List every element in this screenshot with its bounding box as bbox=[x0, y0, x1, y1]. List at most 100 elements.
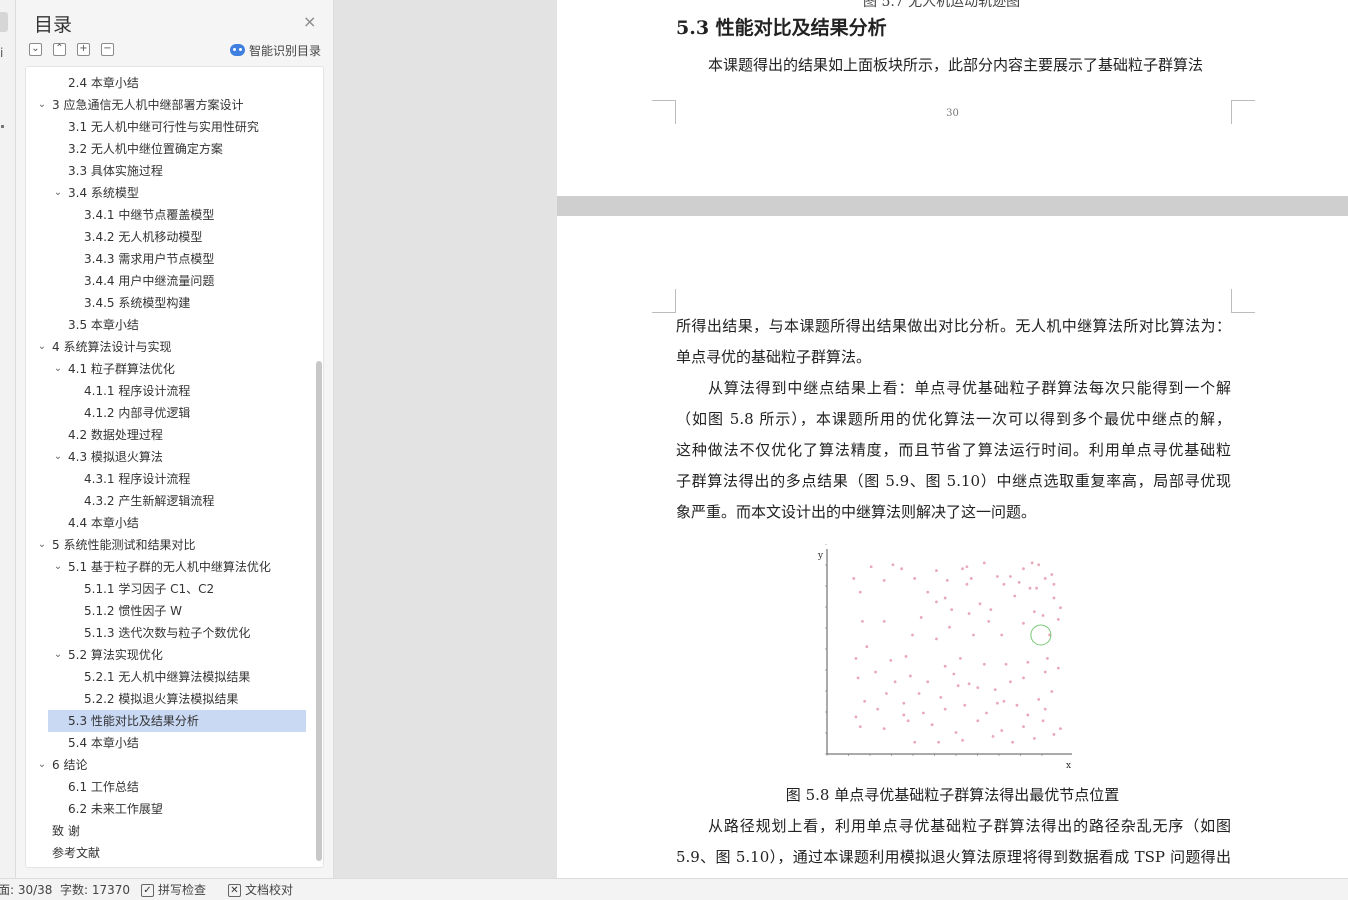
toc-item[interactable]: 3.4.2 无人机移动模型 bbox=[26, 226, 306, 248]
toc-item[interactable]: 5.1.1 学习因子 C1、C2 bbox=[26, 578, 306, 600]
data-point bbox=[1022, 676, 1025, 680]
word-count[interactable]: 字数: 17370 bbox=[60, 879, 130, 900]
toc-item-label: 6.1 工作总结 bbox=[68, 780, 139, 794]
chevron-down-icon[interactable]: ⌄ bbox=[36, 754, 48, 776]
text-line: 象严重。而本文设计出的中继算法则解决了这一问题。 bbox=[676, 503, 1037, 521]
data-point bbox=[869, 565, 873, 569]
close-icon[interactable]: × bbox=[303, 14, 316, 30]
toc-item[interactable]: 5.3 性能对比及结果分析 bbox=[48, 710, 306, 732]
toc-scrollbar-thumb[interactable] bbox=[316, 361, 322, 861]
toc-item[interactable]: 3.2 无人机中继位置确定方案 bbox=[26, 138, 306, 160]
data-point bbox=[1046, 657, 1049, 660]
toc-item[interactable]: 3.3 具体实施过程 bbox=[26, 160, 306, 182]
toc-item[interactable]: 4.2 数据处理过程 bbox=[26, 424, 306, 446]
data-point bbox=[1009, 575, 1012, 578]
data-point bbox=[935, 637, 938, 641]
chevron-down-icon[interactable]: ⌄ bbox=[36, 94, 48, 116]
data-point bbox=[926, 680, 930, 684]
toc-item[interactable]: 6.2 未来工作展望 bbox=[26, 798, 306, 820]
data-point bbox=[1015, 703, 1019, 707]
smart-toc-button[interactable]: 智能识别目录 bbox=[230, 42, 321, 58]
toc-item[interactable]: ⌄ 4 系统算法设计与实现 bbox=[26, 336, 306, 358]
left-sidebar-strip: i bbox=[0, 0, 16, 878]
toc-scrollbar[interactable] bbox=[315, 73, 323, 863]
data-point bbox=[982, 662, 986, 666]
data-point bbox=[954, 731, 958, 734]
toc-title: 目录 bbox=[34, 14, 73, 36]
toc-item[interactable]: 3.4.1 中继节点覆盖模型 bbox=[26, 204, 306, 226]
chevron-down-icon[interactable]: ⌄ bbox=[36, 336, 48, 358]
check-icon: ✓ bbox=[141, 883, 154, 897]
toc-item[interactable]: 5.1.2 惯性因子 W bbox=[26, 600, 306, 622]
toc-item[interactable]: ⌄ 5.2 算法实现优化 bbox=[26, 644, 306, 666]
toc-item-label: 5.1.2 惯性因子 W bbox=[84, 604, 183, 618]
collapse-level-icon[interactable]: ⌄ bbox=[29, 43, 42, 56]
toc-item[interactable]: 3.5 本章小结 bbox=[26, 314, 306, 336]
data-point bbox=[1050, 573, 1054, 576]
text-line: （如图 5.8 所示），本课题所用的优化算法一次可以得到多个最优中继点的解， bbox=[676, 410, 1231, 428]
toc-item[interactable]: 3.4.5 系统模型构建 bbox=[26, 292, 306, 314]
toc-item[interactable]: 3.1 无人机中继可行性与实用性研究 bbox=[26, 116, 306, 138]
toc-item[interactable]: 5.2.1 无人机中继算法模拟结果 bbox=[26, 666, 306, 688]
figure-caption-partial: 图 5.7 无人机运动轨迹图 bbox=[863, 0, 1021, 10]
toc-item[interactable]: ⌄ 5 系统性能测试和结果对比 bbox=[26, 534, 306, 556]
add-heading-icon[interactable]: + bbox=[77, 43, 90, 56]
toc-item-label: 3.4 系统模型 bbox=[68, 186, 139, 200]
sidebar-dot bbox=[1, 125, 4, 128]
toc-item[interactable]: ⌄ 6 结论 bbox=[26, 754, 306, 776]
expand-level-icon[interactable]: ⌃ bbox=[53, 43, 66, 56]
data-point bbox=[852, 577, 856, 580]
toc-item[interactable]: ⌄ 5.1 基于粒子群的无人机中继算法优化 bbox=[26, 556, 306, 578]
data-point bbox=[1041, 719, 1045, 723]
data-point bbox=[921, 711, 925, 715]
data-point bbox=[902, 713, 906, 717]
toc-item[interactable]: 5.1.3 迭代次数与粒子个数优化 bbox=[26, 622, 306, 644]
text-line: 子群算法得出的多点结果（图 5.9、图 5.10）中继点选取重复率高，局部寻优现 bbox=[676, 472, 1231, 490]
toc-item[interactable]: ⌄ 4.1 粒子群算法优化 bbox=[26, 358, 306, 380]
toc-item[interactable]: ⌄ 4.3 模拟退火算法 bbox=[26, 446, 306, 468]
toc-item[interactable]: 参考文献 bbox=[26, 842, 306, 864]
data-point bbox=[891, 563, 895, 567]
data-point bbox=[948, 625, 951, 629]
data-point bbox=[1022, 621, 1025, 625]
toc-item[interactable]: ⌄ 3 应急通信无人机中继部署方案设计 bbox=[26, 94, 306, 116]
proof-icon: ✕ bbox=[228, 883, 241, 897]
toc-item[interactable]: ⌄ 3.4 系统模型 bbox=[26, 182, 306, 204]
data-point bbox=[906, 719, 910, 723]
chevron-down-icon[interactable]: ⌄ bbox=[52, 358, 64, 380]
chevron-down-icon[interactable]: ⌄ bbox=[36, 534, 48, 556]
toc-item[interactable]: 5.2.2 模拟退火算法模拟结果 bbox=[26, 688, 306, 710]
chevron-down-icon[interactable]: ⌄ bbox=[52, 446, 64, 468]
toc-item[interactable]: 5.4 本章小结 bbox=[26, 732, 306, 754]
toc-item[interactable]: 4.3.2 产生新解逻辑流程 bbox=[26, 490, 306, 512]
data-point bbox=[985, 711, 988, 715]
toc-item[interactable]: 致 谢 bbox=[26, 820, 306, 842]
data-point bbox=[854, 657, 858, 660]
toc-item-label: 4.2 数据处理过程 bbox=[68, 428, 163, 442]
toc-item[interactable]: 4.4 本章小结 bbox=[26, 512, 306, 534]
chevron-down-icon[interactable]: ⌄ bbox=[52, 556, 64, 578]
toc-item[interactable]: 2.4 本章小结 bbox=[26, 72, 306, 94]
toc-item[interactable]: 4.1.1 程序设计流程 bbox=[26, 380, 306, 402]
toc-item[interactable]: 3.4.4 用户中继流量问题 bbox=[26, 270, 306, 292]
toc-item[interactable]: 3.4.3 需求用户节点模型 bbox=[26, 248, 306, 270]
toc-item[interactable]: 4.3.1 程序设计流程 bbox=[26, 468, 306, 490]
remove-heading-icon[interactable]: − bbox=[101, 43, 114, 56]
data-point bbox=[1052, 596, 1056, 600]
data-point bbox=[993, 688, 997, 691]
toc-item[interactable]: 4.1.2 内部寻优逻辑 bbox=[26, 402, 306, 424]
y-axis-label: y bbox=[817, 551, 824, 561]
chevron-down-icon[interactable]: ⌄ bbox=[52, 644, 64, 666]
data-point bbox=[961, 567, 964, 571]
data-point bbox=[1052, 733, 1056, 736]
data-point bbox=[972, 633, 975, 637]
data-point bbox=[884, 692, 888, 695]
toc-item[interactable]: 6.1 工作总结 bbox=[26, 776, 306, 798]
sidebar-tab-marker[interactable] bbox=[0, 12, 8, 32]
spell-check-button[interactable]: ✓ 拼写检查 bbox=[141, 879, 206, 900]
page-indicator[interactable]: 页面: 30/38 bbox=[0, 879, 52, 900]
data-point bbox=[939, 696, 943, 699]
data-point bbox=[1035, 586, 1038, 590]
chevron-down-icon[interactable]: ⌄ bbox=[52, 182, 64, 204]
doc-proof-button[interactable]: ✕ 文档校对 bbox=[228, 879, 293, 900]
